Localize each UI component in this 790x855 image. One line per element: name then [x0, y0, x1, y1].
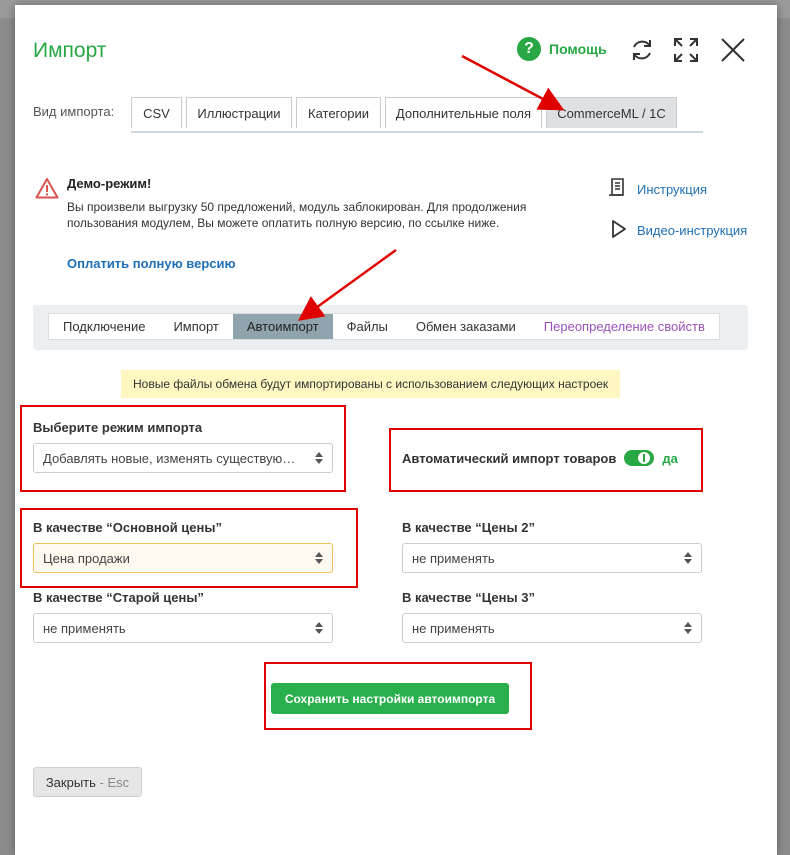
annotation-arrow [461, 54, 565, 111]
annotation-arrow [297, 248, 397, 321]
annotation-arrows [297, 54, 565, 321]
